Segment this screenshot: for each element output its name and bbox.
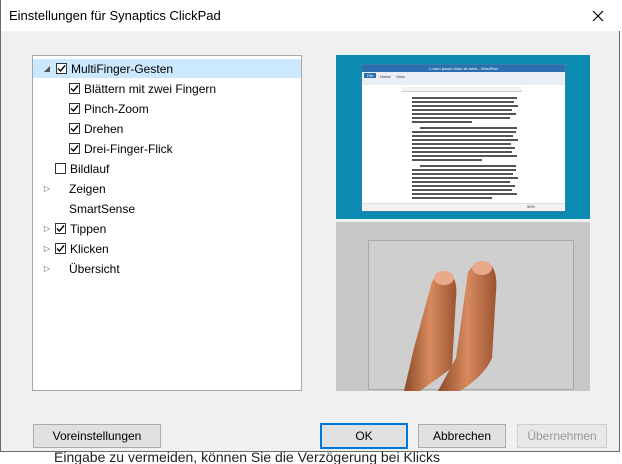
checkbox-tippen[interactable] xyxy=(55,223,66,234)
preview-zoom: 50% xyxy=(526,204,535,209)
checkmark-icon xyxy=(57,65,66,73)
tree-item-tippen[interactable]: ▷ Tippen xyxy=(42,219,106,238)
tree-item-uebersicht[interactable]: ▷ Übersicht xyxy=(42,259,120,278)
tree-item-bildlauf[interactable]: Bildlauf xyxy=(55,159,109,178)
preview-ribbon xyxy=(362,72,565,85)
two-finger-hand-icon xyxy=(404,261,497,391)
background-document: Eingabe zu vermeiden, können Sie die Ver… xyxy=(0,452,622,464)
checkmark-icon xyxy=(70,105,79,113)
checkbox-bildlauf[interactable] xyxy=(55,163,66,174)
tree-item-label: Klicken xyxy=(70,241,109,256)
tree-item-label: Blättern mit zwei Fingern xyxy=(84,81,217,96)
tree-item-drehen[interactable]: Drehen xyxy=(69,119,123,138)
preview-tab-view: View xyxy=(396,74,405,79)
checkbox-pinch-zoom[interactable] xyxy=(69,103,80,114)
tree-item-label: Drehen xyxy=(84,121,124,136)
expand-arrow-icon[interactable]: ▷ xyxy=(42,264,52,274)
defaults-button[interactable]: Voreinstellungen xyxy=(33,424,161,448)
tree-item-klicken[interactable]: ▷ Klicken xyxy=(42,239,109,258)
tree-item-label: Übersicht xyxy=(69,261,120,276)
checkbox-klicken[interactable] xyxy=(55,243,66,254)
preview-status-bar: 50% xyxy=(362,203,565,211)
ok-button[interactable]: OK xyxy=(320,423,408,449)
checkbox-blaettern[interactable] xyxy=(69,83,80,94)
tree-item-label: Bildlauf xyxy=(70,161,110,176)
checkmark-icon xyxy=(70,145,79,153)
tree-item-multifinger-gesten[interactable]: ◢ MultiFinger-Gesten xyxy=(33,59,301,78)
preview-tab-file: File xyxy=(364,73,377,78)
preview-document-window: Lorem ipsum dolor sit amet - WordPad Fil… xyxy=(361,64,566,212)
preview-tab-home: Home xyxy=(380,74,391,79)
expand-arrow-icon[interactable]: ▷ xyxy=(42,184,52,194)
expand-arrow-icon[interactable]: ▷ xyxy=(42,224,52,234)
tree-item-smartsense[interactable]: SmartSense xyxy=(69,199,135,218)
checkbox-multifinger-gesten[interactable] xyxy=(56,63,67,74)
tree-item-label: SmartSense xyxy=(69,201,136,216)
background-text: Eingabe zu vermeiden, können Sie die Ver… xyxy=(54,452,441,464)
collapse-arrow-icon[interactable]: ◢ xyxy=(42,64,52,74)
close-icon xyxy=(592,10,604,21)
tree-item-label: MultiFinger-Gesten xyxy=(71,61,174,76)
apply-button[interactable]: Übernehmen xyxy=(517,424,607,448)
expand-arrow-icon[interactable]: ▷ xyxy=(42,244,52,254)
tree-item-blaettern[interactable]: Blättern mit zwei Fingern xyxy=(69,79,216,98)
checkmark-icon xyxy=(56,225,65,233)
cancel-button[interactable]: Abbrechen xyxy=(418,424,506,448)
tree-item-label: Drei-Finger-Flick xyxy=(84,141,173,156)
tree-item-drei-finger-flick[interactable]: Drei-Finger-Flick xyxy=(69,139,173,158)
preview-document-title: Lorem ipsum dolor sit amet - WordPad xyxy=(362,65,565,72)
checkmark-icon xyxy=(70,125,79,133)
settings-tree[interactable]: ? ◢ MultiFinger-Gesten Blättern mit zwei… xyxy=(32,55,302,391)
checkmark-icon xyxy=(56,245,65,253)
tree-item-label: Zeigen xyxy=(69,181,106,196)
window-title: Einstellungen für Synaptics ClickPad xyxy=(9,8,221,23)
close-button[interactable] xyxy=(575,0,621,31)
tree-item-pinch-zoom[interactable]: Pinch-Zoom xyxy=(69,99,149,118)
tree-item-label: Tippen xyxy=(70,221,107,236)
tree-item-label: Pinch-Zoom xyxy=(84,101,149,116)
preview-ruler xyxy=(402,87,522,92)
title-bar[interactable]: Einstellungen für Synaptics ClickPad xyxy=(1,0,621,31)
checkmark-icon xyxy=(70,85,79,93)
preview-page xyxy=(412,93,522,205)
tree-item-zeigen[interactable]: ▷ Zeigen xyxy=(42,179,106,198)
checkbox-drehen[interactable] xyxy=(69,123,80,134)
checkbox-drei-finger-flick[interactable] xyxy=(69,143,80,154)
